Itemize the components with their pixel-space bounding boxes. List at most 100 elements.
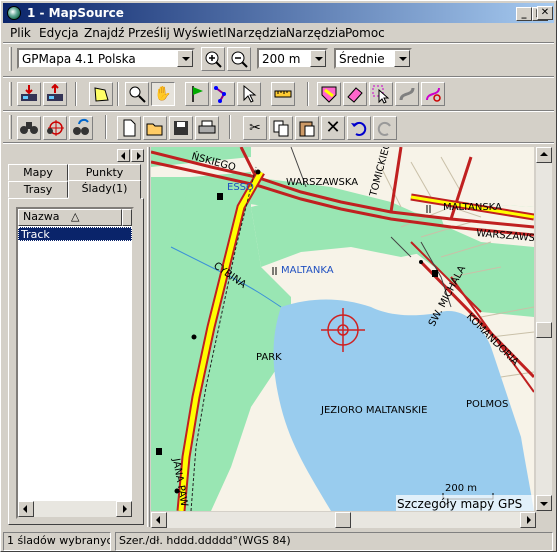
menu-przeslij[interactable]: Prześlij [128,26,170,40]
folder-open-icon [146,123,163,136]
toolbar-grip [9,82,12,106]
map-select-tool-button[interactable] [89,82,113,106]
eraser-icon [347,87,363,103]
column-header-extra[interactable] [122,209,132,226]
close-icon: ✕ [325,117,341,138]
map-scroll-left-button[interactable] [151,512,167,528]
ruler-icon [274,90,292,98]
curve-icon [399,87,415,101]
menu-wyswietl[interactable]: Wyświetl [173,26,227,40]
paste-button[interactable] [295,116,319,140]
map-hscroll-thumb[interactable] [335,512,351,528]
minimize-button[interactable]: _ [516,7,532,21]
map-scroll-right-button[interactable] [520,512,536,528]
application-window: 1 - MapSource _ □ Plik Edycja Znajdź Prz… [0,0,557,552]
menu-narzedzia-2[interactable]: Narzędzia [286,26,346,40]
panel-tabs-scroll-right[interactable] [131,149,144,162]
binoculars-icon [20,122,38,134]
close-button[interactable]: ✕ [537,6,553,20]
scissors-track-icon [426,87,441,102]
chevron-down-icon[interactable] [177,50,193,67]
zoom-in-button[interactable] [201,47,225,71]
find-recent-button[interactable] [69,116,93,140]
map-canvas[interactable]: ŃSKIEGO WARSZAWSKA WARSZAWS TOMICKIEGO E… [151,147,534,511]
cut-button[interactable]: ✂ [243,116,267,140]
printer-icon [198,120,216,134]
sort-ascending-icon: △ [71,210,80,223]
send-to-device-button[interactable] [43,82,67,106]
pointer-icon [243,84,257,103]
menu-znajdz[interactable]: Znajdź [84,26,124,40]
receive-from-device-button[interactable] [17,82,41,106]
mapsource-app-icon[interactable] [7,6,21,20]
new-file-button[interactable] [117,116,141,140]
poi-label-maltanska: MALTANSKA [443,202,502,213]
shield-marker-icon [321,86,337,103]
flag-icon [192,86,203,102]
map-scroll-up-button[interactable] [536,147,552,163]
magnifier-icon [129,86,146,103]
chevron-down-icon[interactable] [310,50,326,67]
toolbar-divider [75,82,77,106]
tab-routes[interactable]: Trasy [8,181,68,198]
undo-button[interactable] [347,116,371,140]
print-button[interactable] [195,116,219,140]
map-region-icon [94,87,109,102]
waypoint-tool-button[interactable] [185,82,209,106]
tracks-list[interactable]: Nazwa △ Track [16,207,134,519]
list-header: Nazwa △ [18,209,132,226]
tab-maps[interactable]: Mapy [8,164,68,181]
menu-edycja[interactable]: Edycja [39,26,79,40]
detail-level-select[interactable]: Średnie [334,48,412,69]
menu-pomoc[interactable]: Pomoc [345,26,385,40]
delete-button[interactable]: ✕ [321,116,345,140]
map-view[interactable]: ŃSKIEGO WARSZAWSKA WARSZAWS TOMICKIEGO E… [151,147,534,511]
hand-tool-button[interactable]: ✋ [151,82,175,106]
save-button[interactable] [169,116,193,140]
toolbar-divider [307,82,309,106]
route-tool-button[interactable] [211,82,235,106]
map-vscroll-thumb[interactable] [536,322,552,338]
list-hscroll-track[interactable] [34,501,116,517]
menu-plik[interactable]: Plik [10,26,31,40]
find-button[interactable] [17,116,41,140]
tab-tracks[interactable]: Ślady(1) [68,180,141,199]
tab-waypoints[interactable]: Punkty [68,164,141,181]
menu-narzedzia[interactable]: Narzędzia [227,26,287,40]
find-nearby-button[interactable] [43,116,67,140]
panel-tabs-scroll-left[interactable] [117,149,130,162]
zoom-tool-button[interactable] [125,82,149,106]
reshape-tool-button[interactable] [395,82,419,106]
status-bar: 1 śladów wybranych Szer./dł. hddd.ddddd°… [3,532,554,551]
open-file-button[interactable] [143,116,167,140]
track-edit-button[interactable] [421,82,445,106]
erase-tool-button[interactable] [343,82,367,106]
zoom-out-icon [231,51,248,68]
menu-bar: Plik Edycja Znajdź Prześlij Wyświetl Nar… [3,24,554,42]
map-product-select[interactable]: GPMapa 4.1 Polska [17,48,195,69]
toolbar-grip [9,115,12,139]
new-document-icon [123,119,136,137]
scissors-icon: ✂ [249,120,261,136]
select-tool-button[interactable] [237,82,261,106]
column-header-name[interactable]: Nazwa △ [18,209,122,226]
title-bar[interactable]: 1 - MapSource _ □ [3,3,554,23]
select-area-button[interactable] [369,82,393,106]
redo-button[interactable] [373,116,397,140]
status-coordinate-format: Szer./dł. hddd.ddddd°(WGS 84) [115,532,553,551]
scroll-corner [536,512,552,528]
map-scroll-down-button[interactable] [536,495,552,511]
list-scroll-left-button[interactable] [18,501,34,517]
panel-splitter[interactable] [147,147,150,527]
status-selection: 1 śladów wybranych [3,532,111,551]
distance-tool-button[interactable] [271,82,295,106]
list-item[interactable]: Track [18,227,132,241]
highlight-tool-button[interactable] [317,82,341,106]
zoom-out-button[interactable] [227,47,251,71]
redo-icon [377,121,391,136]
chevron-down-icon[interactable] [394,50,410,67]
zoom-scale-select[interactable]: 200 m [257,48,328,69]
list-scroll-right-button[interactable] [116,501,132,517]
copy-button[interactable] [269,116,293,140]
clipboard-icon [299,121,315,137]
